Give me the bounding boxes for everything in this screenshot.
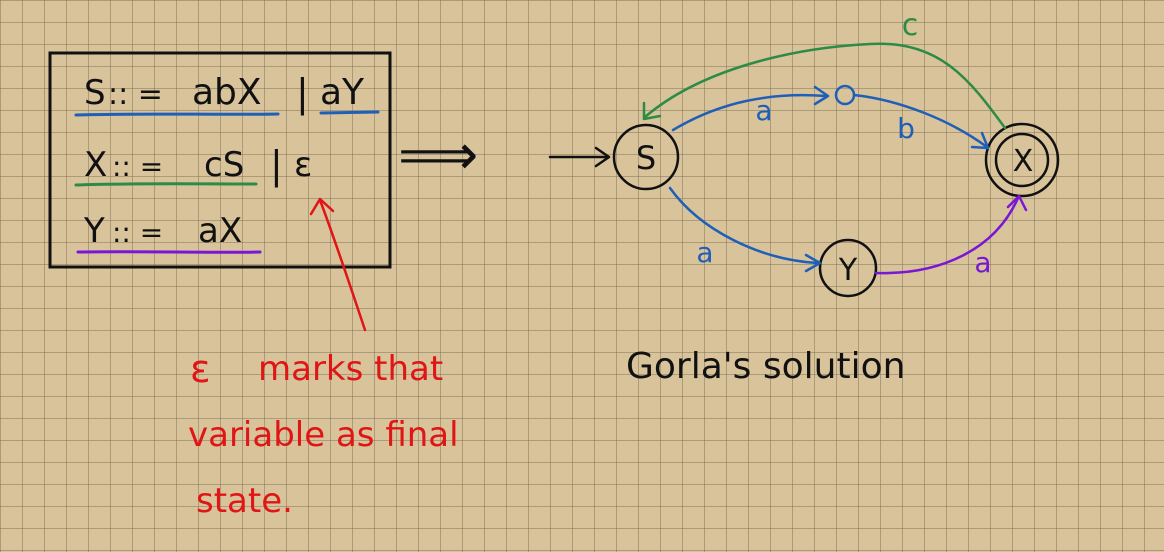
annotation-epsilon: ε (190, 347, 211, 391)
rule-x-separator: | (270, 143, 283, 188)
grammar-box: S :: = abX | aY X :: = cS | ε Y :: = aX (48, 51, 392, 269)
grammar-rule-s: S :: = abX | aY (74, 71, 380, 117)
rule-s-separator: | (296, 71, 309, 116)
edge-y-to-x: a (874, 194, 1028, 279)
edge-mid-x-label: b (897, 112, 915, 145)
state-y-label: Y (838, 253, 858, 288)
edge-s-to-intermediate: a (671, 85, 830, 132)
rule-s-underline-1 (74, 112, 280, 117)
epsilon-annotation: ε marks that variable as final state. (188, 347, 459, 521)
rule-s-def: :: = (108, 77, 163, 112)
annotation-line-1: marks that (258, 349, 443, 389)
annotation-line-3: state. (196, 481, 293, 521)
implies-arrow-icon: ⟹ (398, 123, 478, 188)
edge-mid-x-line (852, 93, 989, 149)
epsilon-annotation-arrow (309, 197, 367, 332)
edge-s-y-label: a (696, 236, 713, 269)
state-y: Y (818, 238, 878, 298)
state-intermediate (834, 84, 856, 106)
automaton: S X Y a b c a a (548, 8, 1060, 298)
edge-y-x-line (874, 196, 1020, 275)
edge-s-to-y: a (668, 186, 822, 273)
edge-s-mid-line (671, 93, 828, 132)
rule-y-option-1: aX (198, 211, 242, 251)
grammar-rule-x: X :: = cS | ε (74, 143, 312, 188)
rule-s-option-2: aY (320, 72, 365, 113)
rule-x-lhs: X (84, 145, 107, 185)
rule-x-option-2: ε (294, 145, 312, 185)
rule-s-underline-2 (319, 110, 380, 115)
edge-intermediate-to-x: b (852, 93, 990, 150)
rule-y-lhs: Y (83, 211, 105, 251)
annotation-line-2: variable as final (188, 415, 459, 455)
rule-x-underline (74, 182, 258, 187)
rule-s-option-1: abX (192, 72, 262, 113)
edge-x-s-label: c (902, 8, 919, 43)
caption: Gorla's solution (626, 346, 905, 387)
state-s-label: S (636, 139, 656, 177)
rule-y-underline (76, 250, 262, 254)
edge-x-to-s: c (642, 8, 1007, 130)
rule-s-lhs: S (84, 73, 106, 113)
state-s: S (612, 123, 680, 191)
edge-y-x-label: a (974, 246, 991, 279)
diagram-canvas: S :: = abX | aY X :: = cS | ε Y :: = aX … (48, 8, 1060, 521)
annotation-arrow-line (318, 198, 367, 332)
rule-x-def: :: = (112, 150, 163, 183)
state-x-label: X (1013, 144, 1034, 179)
grammar-rule-y: Y :: = aX (76, 211, 262, 254)
state-x-final: X (984, 122, 1060, 198)
edge-s-y-line (668, 186, 820, 265)
rule-y-def: :: = (112, 216, 163, 249)
rule-x-option-1: cS (204, 145, 244, 185)
edge-s-mid-label: a (755, 94, 772, 127)
